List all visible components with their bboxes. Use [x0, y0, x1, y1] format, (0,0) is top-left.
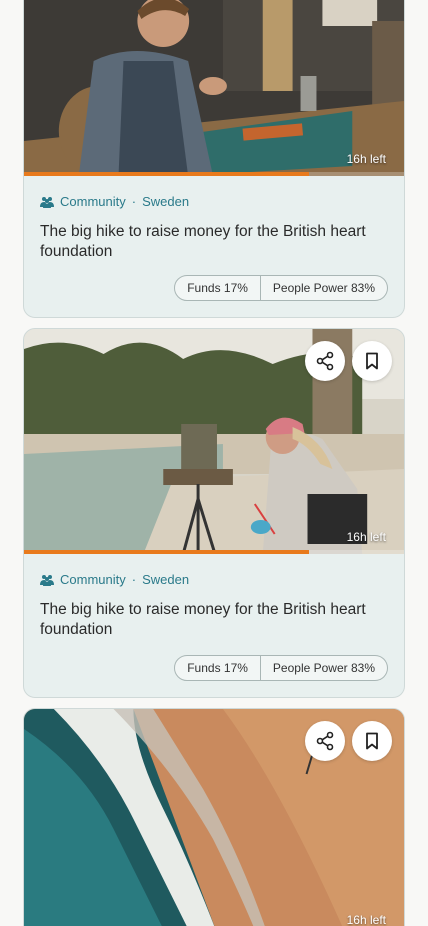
campaign-title[interactable]: The big hike to raise money for the Brit…	[40, 222, 385, 262]
funds-pill: Funds 17%	[174, 275, 261, 301]
people-power-pill: People Power 83%	[260, 655, 388, 681]
campaign-progress-fill	[24, 550, 309, 554]
campaign-image[interactable]: 16h left	[24, 329, 404, 554]
campaign-progress-track	[24, 172, 404, 176]
community-icon	[40, 196, 54, 208]
campaign-progress-track	[24, 550, 404, 554]
campaign-feed: 16h left Community · Sweden The big hike…	[0, 0, 428, 926]
funds-pill: Funds 17%	[174, 655, 261, 681]
campaign-stats: Funds 17% People Power 83%	[174, 275, 388, 301]
time-left-label: 16h left	[346, 913, 386, 926]
meta-separator: ·	[131, 572, 137, 587]
campaign-image[interactable]: 16h left	[24, 0, 404, 176]
location-label[interactable]: Sweden	[142, 194, 189, 209]
campaign-progress-fill	[24, 172, 309, 176]
campaign-card[interactable]: 16h left Community · Sweden The big hike…	[23, 0, 405, 318]
card-meta: Community · Sweden	[40, 572, 388, 587]
card-body: Community · Sweden The big hike to raise…	[24, 554, 404, 640]
aerial-beach-photo	[24, 709, 404, 926]
share-button[interactable]	[305, 721, 345, 761]
people-power-pill: People Power 83%	[260, 275, 388, 301]
beach-painter-photo	[24, 329, 404, 554]
campaign-card[interactable]: 16h left	[23, 708, 405, 926]
location-label[interactable]: Sweden	[142, 572, 189, 587]
share-button[interactable]	[305, 341, 345, 381]
bookmark-icon	[366, 732, 378, 750]
bookmark-icon	[366, 352, 378, 370]
card-meta: Community · Sweden	[40, 194, 388, 209]
campaign-title[interactable]: The big hike to raise money for the Brit…	[40, 600, 385, 640]
share-icon	[316, 731, 334, 751]
community-icon	[40, 574, 54, 586]
bookmark-button[interactable]	[352, 341, 392, 381]
category-label[interactable]: Community	[60, 194, 126, 209]
meta-separator: ·	[131, 194, 137, 209]
category-label[interactable]: Community	[60, 572, 126, 587]
campaign-card[interactable]: 16h left Community · Sweden The big hike…	[23, 328, 405, 698]
time-left-label: 16h left	[346, 530, 386, 544]
share-icon	[316, 351, 334, 371]
workshop-photo	[24, 0, 404, 176]
bookmark-button[interactable]	[352, 721, 392, 761]
campaign-image[interactable]: 16h left	[24, 709, 404, 926]
campaign-stats: Funds 17% People Power 83%	[174, 655, 388, 681]
card-body: Community · Sweden The big hike to raise…	[24, 176, 404, 262]
time-left-label: 16h left	[346, 152, 386, 166]
